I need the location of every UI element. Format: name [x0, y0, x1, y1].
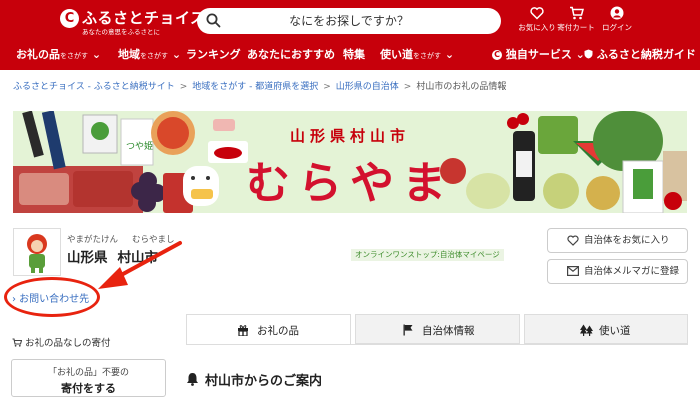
nav-item-guide[interactable]: ふるさと納税ガイド ⌄ — [584, 46, 700, 62]
flag-icon — [403, 324, 413, 336]
tab-uses[interactable]: 使い道 — [524, 314, 688, 344]
breadcrumb-separator: > — [179, 82, 188, 92]
breadcrumb-separator: > — [403, 82, 412, 92]
logo-mark-icon: C — [60, 9, 79, 28]
logo-text: ふるさとチョイス — [82, 9, 206, 27]
tab-municipality-info[interactable]: 自治体情報 — [355, 314, 520, 344]
breadcrumb-separator: > — [323, 82, 331, 92]
favorite-municipality-button[interactable]: 自治体をお気に入り — [547, 228, 688, 253]
cart-button[interactable]: 寄付カート — [557, 6, 595, 33]
favorites-button[interactable]: お気に入り — [518, 6, 556, 33]
tab-municipality-info-label: 自治体情報 — [422, 325, 475, 337]
banner-title: 山形県村山市 — [289, 127, 410, 145]
search-input[interactable]: なにをお探しですか？ — [197, 8, 501, 34]
tab-gifts-label: お礼の品 — [257, 325, 299, 337]
tab-divider — [186, 344, 688, 345]
user-icon — [610, 6, 624, 20]
login-button[interactable]: ログイン — [599, 6, 635, 33]
heart-icon — [567, 235, 579, 246]
newsletter-label: 自治体メルマガに登録 — [584, 266, 680, 277]
annotation-arrow-icon — [98, 241, 182, 289]
breadcrumb-current: 村山市のお礼の品情報 — [416, 82, 507, 92]
nav-item-gifts[interactable]: お礼の品をさがす ⌄ — [16, 46, 101, 62]
shield-icon — [584, 49, 593, 59]
onestop-badge[interactable]: オンラインワンストップ:自治体マイページ — [351, 249, 504, 261]
breadcrumb: ふるさとチョイス - ふるさと納税サイト > 地域をさがす - 都道府県を選択 > 山形… — [13, 79, 506, 92]
mail-icon — [567, 266, 579, 276]
tab-uses-label: 使い道 — [599, 325, 631, 337]
breadcrumb-link-regions[interactable]: 地域をさがす - 都道府県を選択 — [192, 82, 318, 92]
nav-item-uses[interactable]: 使い道をさがす ⌄ — [380, 46, 454, 62]
site-header: C ふるさとチョイス あなたの意思をふるさとに なにをお探しですか？ お気に入り… — [0, 0, 700, 70]
no-gift-donation-label: お礼の品なしの寄付 — [12, 335, 111, 349]
tab-gifts[interactable]: お礼の品 — [186, 314, 351, 345]
nav-item-recommend[interactable]: あなたにおすすめ — [247, 46, 335, 62]
nav-item-regions[interactable]: 地域をさがす ⌄ — [118, 46, 181, 62]
logo-tagline: あなたの意思をふるさとに — [82, 28, 160, 36]
cart-icon — [569, 6, 584, 20]
newsletter-button[interactable]: 自治体メルマガに登録 — [547, 259, 688, 284]
gift-icon — [238, 325, 248, 336]
nav-item-services[interactable]: C 独自サービス ⌄ — [492, 46, 585, 62]
search-box[interactable]: なにをお探しですか？ — [197, 8, 501, 34]
login-label: ログイン — [602, 23, 632, 32]
nav-item-features[interactable]: 特集 — [343, 46, 365, 62]
notice-title: 村山市からのご案内 — [205, 374, 323, 389]
trees-icon — [580, 324, 593, 336]
no-gift-donation-button[interactable]: 「お礼の品」不要の 寄付をする — [11, 359, 166, 397]
choice-logo-icon: C — [492, 50, 502, 60]
main-nav: お礼の品をさがす ⌄ 地域をさがす ⌄ ランキング あなたにおすすめ 特集 使い… — [0, 40, 700, 70]
heart-icon — [530, 7, 544, 20]
cart-label: 寄付カート — [557, 23, 595, 32]
municipality-banner: つや姫 山形県村山市 むらやま — [13, 111, 687, 213]
breadcrumb-link-home[interactable]: ふるさとチョイス - ふるさと納税サイト — [13, 82, 175, 92]
favorites-label: お気に入り — [518, 23, 556, 32]
favorite-municipality-label: 自治体をお気に入り — [584, 235, 670, 246]
bell-icon — [187, 373, 198, 386]
nav-item-ranking[interactable]: ランキング — [186, 46, 241, 62]
cart-icon — [12, 338, 23, 347]
banner-big-text: むらやま — [246, 158, 454, 209]
breadcrumb-link-prefecture[interactable]: 山形県の自治体 — [336, 82, 399, 92]
